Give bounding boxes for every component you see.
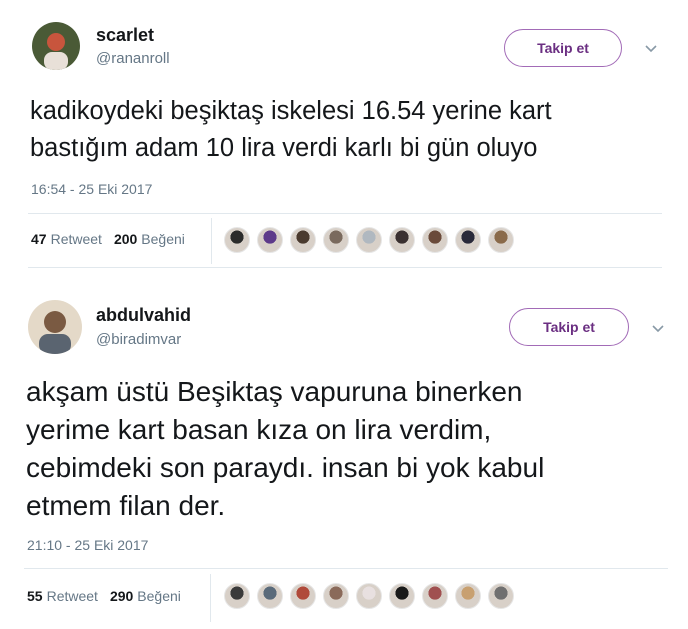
liker-avatar[interactable] <box>455 227 481 253</box>
follow-button[interactable]: Takip et <box>504 29 622 67</box>
tweet-text-line: cebimdeki son paraydı. insan bi yok kabu… <box>26 452 545 483</box>
divider <box>24 568 668 569</box>
retweet-label: Retweet <box>50 231 102 247</box>
like-label: Beğeni <box>137 588 181 604</box>
chevron-down-icon[interactable] <box>644 42 658 56</box>
retweet-stat[interactable]: 47 Retweet <box>31 231 102 247</box>
liker-avatar[interactable] <box>389 583 415 609</box>
timestamp[interactable]: 16:54 - 25 Eki 2017 <box>31 181 152 197</box>
like-count: 290 <box>109 588 134 604</box>
stats-separator <box>211 218 212 264</box>
like-stat[interactable]: 290 Beğeni <box>110 588 181 604</box>
tweet-text: akşam üstü Beşiktaş vapuruna binerken ye… <box>26 373 544 525</box>
liker-avatar[interactable] <box>323 227 349 253</box>
tweet-text-line: etmem filan der. <box>26 490 226 521</box>
like-count: 200 <box>113 231 138 247</box>
liker-avatar[interactable] <box>488 227 514 253</box>
chevron-down-icon[interactable] <box>651 322 665 336</box>
liker-avatar[interactable] <box>488 583 514 609</box>
like-label: Beğeni <box>141 231 185 247</box>
liker-avatar[interactable] <box>224 583 250 609</box>
avatar[interactable] <box>32 22 80 70</box>
liker-avatar[interactable] <box>257 227 283 253</box>
stats-separator <box>210 574 211 622</box>
like-stat[interactable]: 200 Beğeni <box>114 231 185 247</box>
retweet-count: 55 <box>27 588 43 604</box>
handle[interactable]: @rananroll <box>96 50 170 67</box>
liker-avatars <box>224 227 521 253</box>
tweet-text-line: kadikoydeki beşiktaş iskelesi 16.54 yeri… <box>30 97 552 125</box>
liker-avatar[interactable] <box>290 227 316 253</box>
handle[interactable]: @biradimvar <box>96 331 181 348</box>
tweet-text-line: yerime kart basan kıza on lira verdim, <box>26 414 492 445</box>
engagement-stats: 55 Retweet 290 Beğeni <box>27 588 193 604</box>
liker-avatar[interactable] <box>356 583 382 609</box>
liker-avatar[interactable] <box>290 583 316 609</box>
liker-avatar[interactable] <box>323 583 349 609</box>
liker-avatar[interactable] <box>455 583 481 609</box>
liker-avatars <box>224 583 521 609</box>
tweet-text-line: akşam üstü Beşiktaş vapuruna binerken <box>26 376 523 407</box>
display-name[interactable]: scarlet <box>96 25 154 46</box>
tweet-text-line: bastığım adam 10 lira verdi karlı bi gün… <box>30 134 538 162</box>
liker-avatar[interactable] <box>224 227 250 253</box>
display-name[interactable]: abdulvahid <box>96 305 191 326</box>
liker-avatar[interactable] <box>422 583 448 609</box>
engagement-stats: 47 Retweet 200 Beğeni <box>31 231 197 247</box>
retweet-count: 47 <box>31 231 47 247</box>
divider <box>28 267 662 268</box>
follow-button[interactable]: Takip et <box>509 308 629 346</box>
timestamp[interactable]: 21:10 - 25 Eki 2017 <box>27 537 148 553</box>
liker-avatar[interactable] <box>356 227 382 253</box>
retweet-label: Retweet <box>46 588 98 604</box>
divider <box>28 213 662 214</box>
tweet-card: scarlet @rananroll Takip et kadikoydeki … <box>0 0 688 275</box>
tweet-card: abdulvahid @biradimvar Takip et akşam üs… <box>0 284 688 629</box>
tweet-text: kadikoydeki beşiktaş iskelesi 16.54 yeri… <box>30 93 552 167</box>
liker-avatar[interactable] <box>422 227 448 253</box>
liker-avatar[interactable] <box>389 227 415 253</box>
avatar[interactable] <box>28 300 82 354</box>
liker-avatar[interactable] <box>257 583 283 609</box>
retweet-stat[interactable]: 55 Retweet <box>27 588 98 604</box>
